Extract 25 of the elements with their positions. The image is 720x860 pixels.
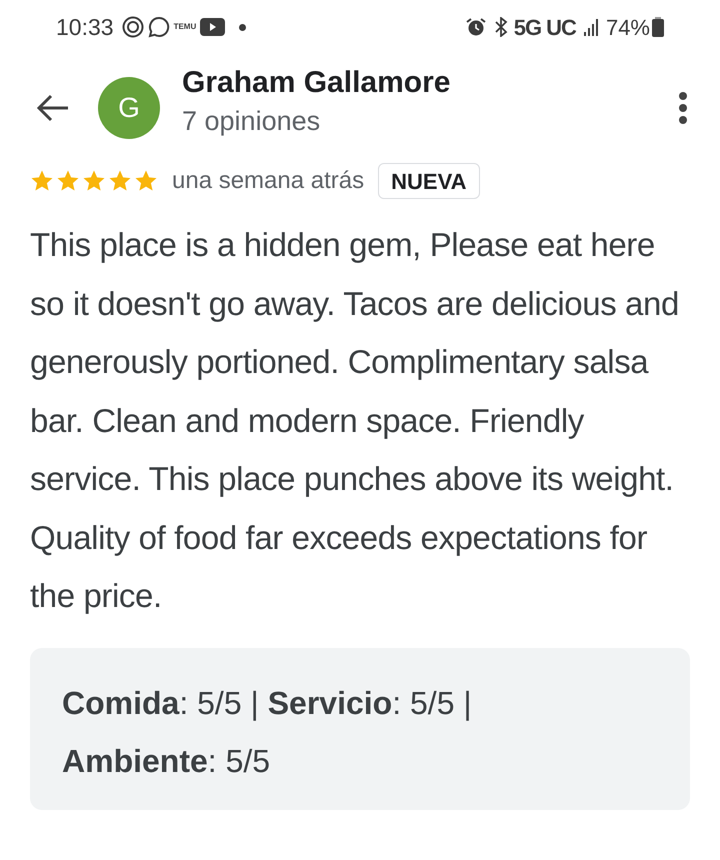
star-icon bbox=[56, 169, 80, 193]
network-label: 5G UC bbox=[514, 14, 576, 42]
review-count: 7 opiniones bbox=[182, 105, 322, 138]
ratings-summary: Comida: 5/5 | Servicio: 5/5 | Ambiente: 5/5 bbox=[62, 684, 473, 780]
more-options-icon[interactable] bbox=[678, 91, 688, 125]
back-icon[interactable] bbox=[36, 94, 70, 122]
new-badge: NUEVA bbox=[378, 163, 480, 199]
app-label: TEMU bbox=[174, 23, 196, 31]
chat-icon bbox=[148, 16, 170, 38]
star-icon bbox=[82, 169, 106, 193]
avatar: G bbox=[98, 77, 160, 139]
review-text: This place is a hidden gem, Please eat here so it doesn't go away. Tacos are delicious and generously portioned. Complimentary salsa bar. Clean and modern space. Friendly service. This place punches above its weight. Quality of food far exceeds expectations for the price. bbox=[30, 225, 680, 616]
star-icon bbox=[134, 169, 158, 193]
battery-level: 74% bbox=[606, 14, 650, 42]
signal-icon bbox=[584, 18, 600, 36]
play-icon bbox=[200, 18, 226, 36]
battery-icon bbox=[652, 17, 664, 37]
review-date: una semana atrás bbox=[172, 166, 364, 196]
star-icon bbox=[30, 169, 54, 193]
notification-icon bbox=[122, 16, 144, 38]
status-time: 10:33 bbox=[56, 12, 114, 42]
alarm-icon bbox=[466, 17, 486, 37]
bluetooth-icon bbox=[494, 17, 508, 37]
reviewer-name: Graham Gallamore bbox=[182, 65, 450, 101]
star-icon bbox=[108, 169, 132, 193]
